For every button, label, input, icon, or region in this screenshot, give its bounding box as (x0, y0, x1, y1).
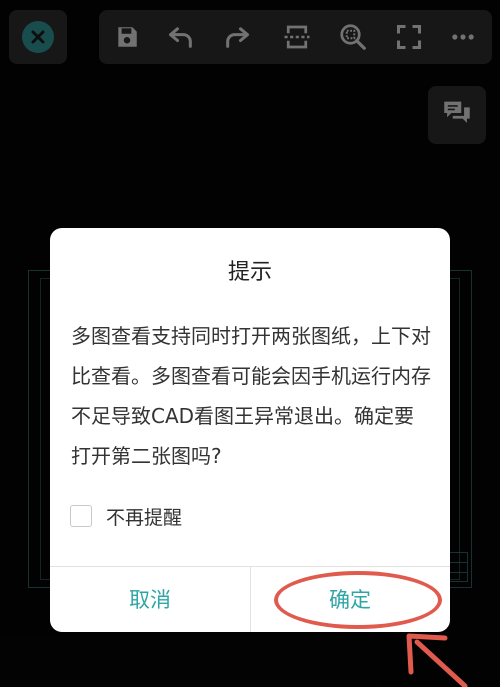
dialog-title: 提示 (227, 260, 272, 285)
dont-remind-checkbox[interactable] (70, 505, 92, 527)
highlight-circle (274, 571, 442, 629)
multi-view-dialog: 提示 多图查看支持同时打开两张图纸，上下对比查看。多图查看可能会因手机运行内存不… (50, 228, 450, 632)
dont-remind-row[interactable]: 不再提醒 (70, 502, 182, 530)
cancel-button[interactable]: 取消 (50, 566, 250, 632)
dialog-message: 多图查看支持同时打开两张图纸，上下对比查看。多图查看可能会因手机运行内存不足导致… (71, 324, 431, 468)
dont-remind-label[interactable]: 不再提醒 (106, 503, 182, 530)
pointer-arrow-icon (406, 633, 468, 687)
